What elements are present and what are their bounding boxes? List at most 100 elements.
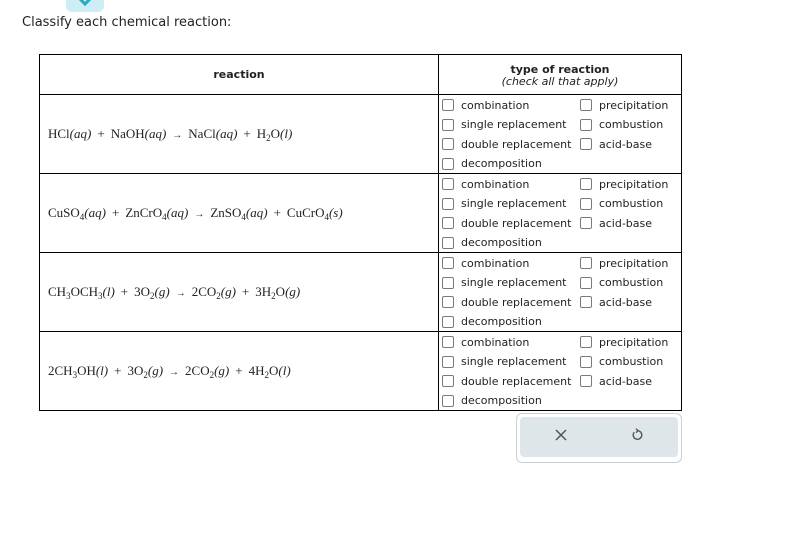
- header-type-note: (check all that apply): [501, 74, 619, 88]
- reaction-type-options: combination single replacement double repl…: [438, 173, 682, 253]
- reaction-type-options: combination single replacement double repl…: [438, 252, 682, 332]
- checkbox[interactable]: [580, 178, 592, 190]
- reaction-type-options: combination single replacement double repl…: [438, 94, 682, 174]
- option-precipitation[interactable]: precipitation: [580, 334, 668, 350]
- option-acid-base[interactable]: acid-base: [580, 215, 652, 231]
- clear-button[interactable]: [550, 424, 572, 446]
- option-double-replacement[interactable]: double replacement: [442, 294, 571, 310]
- option-label: single replacement: [461, 355, 567, 368]
- checkbox[interactable]: [442, 276, 454, 289]
- option-single-replacement[interactable]: single replacement: [442, 117, 566, 133]
- checkbox[interactable]: [442, 257, 454, 269]
- reaction-type-options: combination single replacement double repl…: [438, 331, 682, 411]
- reaction-row: 2CH3OH(l) +3O2(g) → 2CO2(g) +4H2O(l) combinat…: [39, 331, 682, 411]
- checkbox[interactable]: [580, 336, 592, 348]
- option-double-replacement[interactable]: double replacement: [442, 215, 571, 231]
- option-acid-base[interactable]: acid-base: [580, 136, 652, 152]
- option-combustion[interactable]: combustion: [580, 354, 663, 370]
- state-label: (l): [95, 363, 109, 378]
- option-precipitation[interactable]: precipitation: [580, 176, 668, 192]
- formula-part: HCl: [48, 126, 70, 141]
- reaction-row: CH3OCH3(l) +3O2(g) → 2CO2(g) +3H2O(g) combina…: [39, 252, 682, 332]
- checkbox[interactable]: [442, 394, 454, 407]
- option-label: decomposition: [461, 157, 542, 170]
- checkbox[interactable]: [580, 296, 592, 308]
- option-double-replacement[interactable]: double replacement: [442, 373, 571, 389]
- option-acid-base[interactable]: acid-base: [580, 373, 652, 389]
- state-label: (g): [214, 363, 230, 378]
- checkbox[interactable]: [580, 375, 592, 387]
- checkbox[interactable]: [442, 99, 454, 111]
- option-label: decomposition: [461, 315, 542, 328]
- state-label: (g): [147, 363, 164, 378]
- option-label: combustion: [599, 118, 664, 131]
- checkbox[interactable]: [580, 118, 592, 131]
- formula-part: O: [275, 284, 286, 299]
- undo-button[interactable]: [626, 424, 648, 446]
- checkbox[interactable]: [442, 336, 454, 348]
- option-combustion[interactable]: combustion: [580, 117, 663, 133]
- option-decomposition[interactable]: decomposition: [442, 393, 542, 409]
- option-label: decomposition: [461, 394, 542, 407]
- option-combination[interactable]: combination: [442, 255, 529, 271]
- collapse-tab[interactable]: [66, 0, 104, 12]
- option-decomposition[interactable]: decomposition: [442, 235, 542, 251]
- reaction-table: reaction type of reaction (check all tha…: [39, 54, 682, 411]
- formula-part: CH: [48, 284, 67, 299]
- checkbox[interactable]: [580, 276, 592, 289]
- option-decomposition[interactable]: decomposition: [442, 314, 542, 330]
- checkbox[interactable]: [442, 315, 454, 328]
- reaction-arrow-icon: →: [194, 209, 205, 220]
- checkbox[interactable]: [580, 138, 592, 150]
- option-combination[interactable]: combination: [442, 97, 529, 113]
- question-prompt: Classify each chemical reaction:: [22, 15, 232, 30]
- option-single-replacement[interactable]: single replacement: [442, 275, 566, 291]
- checkbox[interactable]: [442, 157, 454, 170]
- option-label: decomposition: [461, 236, 542, 249]
- checkbox[interactable]: [442, 197, 454, 210]
- option-decomposition[interactable]: decomposition: [442, 156, 542, 172]
- option-precipitation[interactable]: precipitation: [580, 255, 668, 271]
- option-label: acid-base: [599, 137, 653, 151]
- option-label: combination: [461, 256, 530, 270]
- option-label: precipitation: [599, 335, 669, 349]
- option-single-replacement[interactable]: single replacement: [442, 196, 566, 212]
- formula-part: 2CO: [185, 363, 210, 378]
- reaction-equation: CH3OCH3(l) +3O2(g) → 2CO2(g) +3H2O(g): [39, 252, 439, 332]
- header-reaction: reaction: [39, 54, 439, 95]
- option-label: combination: [461, 335, 530, 349]
- checkbox[interactable]: [442, 236, 454, 249]
- option-combustion[interactable]: combustion: [580, 196, 663, 212]
- option-single-replacement[interactable]: single replacement: [442, 354, 566, 370]
- option-combination[interactable]: combination: [442, 176, 529, 192]
- plus-sign: +: [241, 284, 250, 299]
- state-label: (aq): [215, 126, 238, 141]
- checkbox[interactable]: [580, 99, 592, 111]
- formula-part: O: [269, 363, 279, 378]
- reaction-arrow-icon: →: [169, 367, 180, 378]
- checkbox[interactable]: [580, 355, 592, 368]
- option-combustion[interactable]: combustion: [580, 275, 663, 291]
- checkbox[interactable]: [442, 296, 454, 308]
- state-label: (g): [285, 284, 301, 299]
- checkbox[interactable]: [442, 118, 454, 131]
- checkbox[interactable]: [580, 257, 592, 269]
- state-label: (s): [328, 205, 343, 220]
- checkbox[interactable]: [442, 217, 454, 229]
- option-label: combustion: [599, 276, 664, 289]
- option-precipitation[interactable]: precipitation: [580, 97, 668, 113]
- checkbox[interactable]: [442, 375, 454, 387]
- formula-part: O: [270, 126, 281, 141]
- state-label: (aq): [144, 126, 167, 141]
- formula-part: OCH: [70, 284, 99, 299]
- option-label: single replacement: [461, 118, 567, 131]
- option-combination[interactable]: combination: [442, 334, 529, 350]
- checkbox[interactable]: [580, 217, 592, 229]
- option-double-replacement[interactable]: double replacement: [442, 136, 571, 152]
- checkbox[interactable]: [442, 138, 454, 150]
- option-acid-base[interactable]: acid-base: [580, 294, 652, 310]
- option-label: combustion: [599, 197, 664, 210]
- checkbox[interactable]: [580, 197, 592, 210]
- checkbox[interactable]: [442, 178, 454, 190]
- checkbox[interactable]: [442, 355, 454, 368]
